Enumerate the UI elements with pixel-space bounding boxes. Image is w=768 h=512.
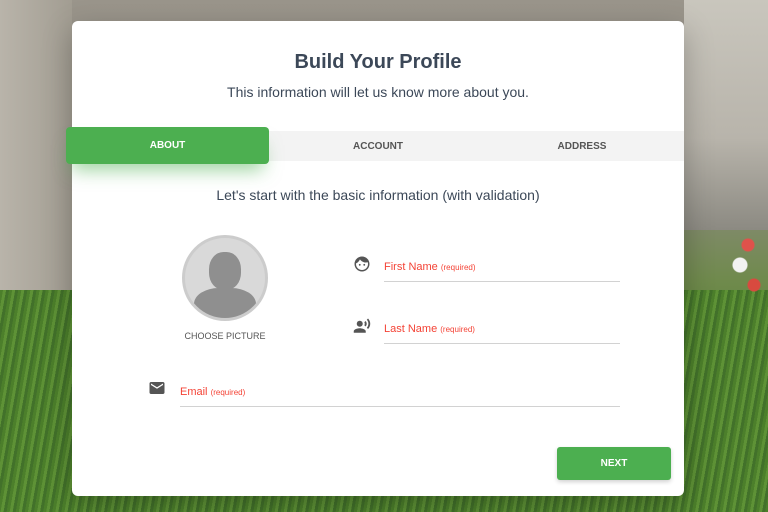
email-icon bbox=[148, 379, 166, 397]
record-voice-icon bbox=[352, 317, 371, 335]
tab-account[interactable]: ACCOUNT bbox=[276, 131, 480, 161]
wizard-card: Build Your Profile This information will… bbox=[66, 21, 684, 496]
background-wall-left bbox=[0, 0, 72, 300]
avatar-placeholder-head bbox=[209, 252, 241, 290]
tab-address[interactable]: ADDRESS bbox=[480, 131, 684, 161]
page-subtitle: This information will let us know more a… bbox=[227, 84, 529, 100]
first-name-input[interactable] bbox=[384, 265, 620, 281]
next-button[interactable]: NEXT bbox=[557, 447, 671, 480]
avatar-picker[interactable] bbox=[182, 235, 268, 321]
last-name-underline bbox=[384, 343, 620, 344]
choose-picture-label[interactable]: CHOOSE PICTURE bbox=[167, 331, 283, 341]
last-name-input[interactable] bbox=[384, 327, 620, 343]
email-underline bbox=[180, 406, 620, 407]
page-title: Build Your Profile bbox=[294, 51, 462, 73]
avatar-placeholder-body bbox=[194, 288, 256, 318]
email-input[interactable] bbox=[180, 390, 620, 406]
background-flowers bbox=[728, 225, 768, 315]
background-wall-right bbox=[684, 0, 768, 230]
tab-about-active[interactable]: ABOUT bbox=[66, 127, 269, 164]
section-title: Let's start with the basic information (… bbox=[216, 187, 540, 203]
first-name-underline bbox=[384, 281, 620, 282]
face-icon bbox=[353, 255, 371, 273]
